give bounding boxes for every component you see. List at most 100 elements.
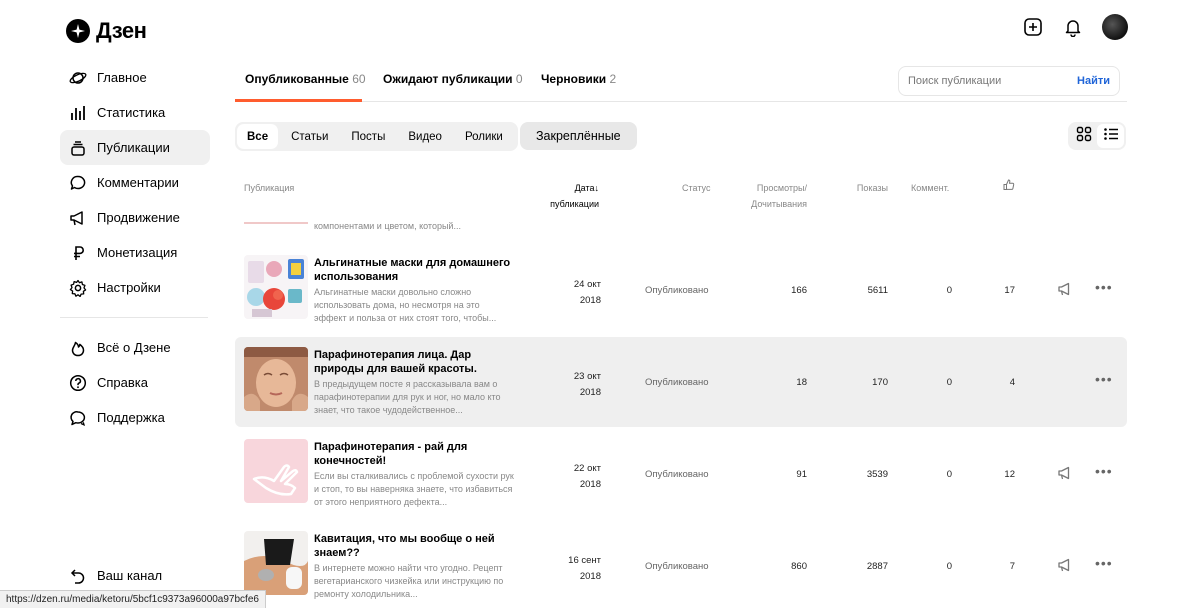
sidebar-divider — [60, 317, 208, 318]
avatar[interactable] — [1102, 14, 1128, 40]
filter-all[interactable]: Все — [237, 124, 279, 149]
row-title[interactable]: Парафинотерапия - рай для конечностей! — [314, 440, 514, 468]
search-button[interactable]: Найти — [1077, 75, 1110, 87]
row-comments: 0 — [946, 285, 952, 296]
row-date-year: 2018 — [579, 571, 601, 582]
sidebar-item-label: Продвижение — [97, 210, 180, 225]
chat-icon — [68, 408, 88, 428]
pinned-button[interactable]: Закреплённые — [520, 122, 637, 150]
add-publication-icon[interactable] — [1022, 16, 1044, 38]
content-type-filters: Все Статьи Посты Видео Ролики — [235, 122, 518, 151]
grid-view-button[interactable] — [1070, 124, 1097, 148]
thumbnail-partial — [244, 222, 308, 224]
row-date-year: 2018 — [579, 387, 601, 398]
row-title[interactable]: Альгинатные маски для домашнего использо… — [314, 256, 514, 284]
search-box: Найти — [898, 66, 1120, 96]
search-input[interactable] — [908, 75, 1068, 87]
sidebar-item-settings[interactable]: Настройки — [60, 270, 210, 305]
column-date[interactable]: Дата↓ публикации — [540, 180, 599, 212]
filter-posts[interactable]: Посты — [341, 124, 395, 149]
row-comments: 0 — [946, 377, 952, 388]
more-options-icon[interactable]: ••• — [1095, 555, 1113, 571]
row-title[interactable]: Кавитация, что мы вообще о ней знаем?? — [314, 532, 514, 560]
promote-megaphone-icon[interactable] — [1057, 465, 1073, 481]
sidebar-item-promotion[interactable]: Продвижение — [60, 200, 210, 235]
sidebar-item-about-dzen[interactable]: Всё о Дзене — [60, 330, 210, 365]
sidebar-item-label: Настройки — [97, 280, 161, 295]
table-row[interactable]: Парафинотерапия лица. Дар природы для ва… — [235, 337, 1127, 427]
promote-megaphone-icon[interactable] — [1057, 281, 1073, 297]
promote-megaphone-icon[interactable] — [1057, 557, 1073, 573]
dzen-logo[interactable]: Дзен — [66, 18, 147, 44]
row-comments: 0 — [946, 469, 952, 480]
filter-shorts[interactable]: Ролики — [455, 124, 513, 149]
column-likes — [1003, 179, 1015, 196]
row-shows: 2887 — [866, 561, 888, 572]
sidebar: Главное Статистика Публикации Комментари… — [60, 60, 210, 435]
sidebar-item-support[interactable]: Поддержка — [60, 400, 210, 435]
tab-drafts[interactable]: Черновики 2 — [541, 72, 616, 86]
column-date-label-2: публикации — [550, 199, 599, 209]
row-views: 18 — [796, 377, 807, 388]
row-date-day: 16 сент — [568, 555, 601, 566]
more-options-icon[interactable]: ••• — [1095, 279, 1113, 295]
sidebar-item-comments[interactable]: Комментарии — [60, 165, 210, 200]
sidebar-item-monetization[interactable]: Монетизация — [60, 235, 210, 270]
table-row-partial[interactable]: компонентами и цветом, который... — [235, 212, 1127, 240]
dzen-logo-icon — [66, 19, 90, 43]
more-options-icon[interactable]: ••• — [1095, 371, 1113, 387]
logo-text: Дзен — [96, 18, 147, 43]
table-row[interactable]: Альгинатные маски для домашнего использо… — [235, 245, 1127, 335]
tab-count: 2 — [609, 72, 617, 86]
tab-label: Опубликованные — [245, 72, 349, 86]
sort-arrow-icon: ↓ — [594, 183, 600, 193]
thumbs-up-icon — [1003, 179, 1015, 193]
filter-videos[interactable]: Видео — [398, 124, 452, 149]
row-description: Альгинатные маски довольно сложно исполь… — [314, 287, 497, 323]
sidebar-item-label: Комментарии — [97, 175, 179, 190]
column-comments: Коммент. — [911, 183, 950, 193]
more-options-icon[interactable]: ••• — [1095, 463, 1113, 479]
sidebar-item-label: Ваш канал — [97, 568, 163, 583]
list-view-button[interactable] — [1097, 124, 1124, 148]
row-description: В интернете можно найти что угодно. Реце… — [314, 563, 504, 599]
sidebar-item-label: Публикации — [97, 140, 170, 155]
list-icon — [1103, 126, 1119, 147]
sidebar-item-label: Монетизация — [97, 245, 178, 260]
table-row[interactable]: Парафинотерапия - рай для конечностей! Е… — [235, 429, 1127, 519]
tab-pending[interactable]: Ожидают публикации 0 — [383, 72, 523, 86]
bell-icon[interactable] — [1062, 16, 1084, 38]
tab-label: Ожидают публикации — [383, 72, 513, 86]
column-status: Статус — [682, 183, 711, 193]
header-actions — [1022, 14, 1128, 40]
sidebar-item-your-channel[interactable]: Ваш канал — [60, 558, 162, 593]
filter-articles[interactable]: Статьи — [281, 124, 338, 149]
sidebar-item-label: Справка — [97, 375, 148, 390]
row-description: В предыдущем посте я рассказывала вам о … — [314, 379, 501, 415]
row-views: 166 — [791, 285, 807, 296]
table-row[interactable]: Кавитация, что мы вообще о ней знаем?? В… — [235, 521, 1127, 608]
tab-published[interactable]: Опубликованные 60 — [245, 72, 366, 86]
sidebar-item-publications[interactable]: Публикации — [60, 130, 210, 165]
row-shows: 5611 — [867, 285, 888, 296]
row-date-day: 24 окт — [573, 279, 601, 290]
row-description: компонентами и цветом, который... — [314, 221, 461, 231]
column-views: Просмотры/ Дочитывания — [745, 180, 807, 212]
row-shows: 3539 — [866, 469, 888, 480]
view-toggle — [1068, 122, 1126, 150]
sidebar-item-main[interactable]: Главное — [60, 60, 210, 95]
sidebar-item-help[interactable]: Справка — [60, 365, 210, 400]
grid-icon — [1076, 126, 1092, 147]
planet-icon — [68, 68, 88, 88]
sidebar-item-statistics[interactable]: Статистика — [60, 95, 210, 130]
tab-label: Черновики — [541, 72, 607, 86]
row-status: Опубликовано — [645, 285, 709, 296]
sidebar-item-label: Всё о Дзене — [97, 340, 171, 355]
bar-chart-icon — [68, 103, 88, 123]
row-title[interactable]: Парафинотерапия лица. Дар природы для ва… — [314, 348, 514, 376]
thumbnail-image — [244, 347, 308, 411]
row-date: 24 окт 2018 — [555, 277, 601, 309]
thumbnail-image — [244, 439, 308, 503]
megaphone-icon — [68, 208, 88, 228]
row-date: 23 окт 2018 — [555, 369, 601, 401]
